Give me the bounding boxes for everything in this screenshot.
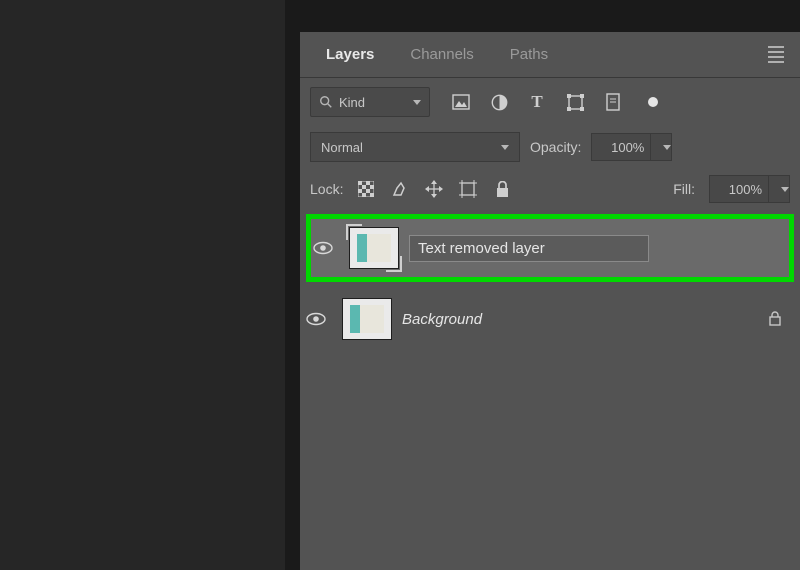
filter-type-icon[interactable]: T [528,93,546,111]
lock-row: Lock: Fill: 100% [300,168,800,210]
lock-image-icon[interactable] [391,180,409,198]
panel-menu-icon[interactable] [768,46,784,63]
opacity-chevron[interactable] [650,133,672,161]
tab-channels[interactable]: Channels [392,32,491,77]
layer-row-selected[interactable]: Text removed layer [306,214,794,282]
filter-shape-icon[interactable] [566,93,584,111]
layer-row[interactable]: Background [300,290,800,348]
filter-row: Kind T [300,78,800,126]
chevron-down-icon [501,145,509,150]
lock-position-icon[interactable] [425,180,443,198]
opacity-label: Opacity: [530,139,581,155]
filter-pixel-icon[interactable] [452,93,470,111]
filter-toggle-icon[interactable] [648,97,658,107]
lock-all-icon[interactable] [493,180,511,198]
layer-thumbnail[interactable] [342,298,392,340]
fill-value[interactable]: 100% [709,175,769,203]
lock-label: Lock: [310,181,343,197]
blend-mode-value: Normal [321,140,363,155]
filter-kind-dropdown[interactable]: Kind [310,87,430,117]
opacity-value[interactable]: 100% [591,133,651,161]
filter-adjustment-icon[interactable] [490,93,508,111]
search-icon [319,95,333,109]
blend-mode-dropdown[interactable]: Normal [310,132,520,162]
chevron-down-icon [413,100,421,105]
panel-tabs: Layers Channels Paths [300,32,800,78]
filter-smartobject-icon[interactable] [604,93,622,111]
tab-layers[interactable]: Layers [308,32,392,77]
layers-list: Text removed layer Background [300,210,800,348]
fill-label: Fill: [673,181,695,197]
tab-paths[interactable]: Paths [492,32,566,77]
lock-transparency-icon[interactable] [357,180,375,198]
layers-panel: Layers Channels Paths Kind T [300,32,800,570]
canvas-area[interactable] [0,0,285,570]
lock-artboard-icon[interactable] [459,180,477,198]
fill-chevron[interactable] [768,175,790,203]
filter-type-icons: T [452,93,658,111]
layer-name[interactable]: Background [402,311,482,328]
layer-name-input[interactable]: Text removed layer [409,235,649,262]
blend-row: Normal Opacity: 100% [300,126,800,168]
layer-lock-icon[interactable] [768,311,782,327]
visibility-toggle[interactable] [306,312,332,326]
layer-thumbnail[interactable] [349,227,399,269]
filter-kind-label: Kind [339,95,365,110]
visibility-toggle[interactable] [313,241,339,255]
